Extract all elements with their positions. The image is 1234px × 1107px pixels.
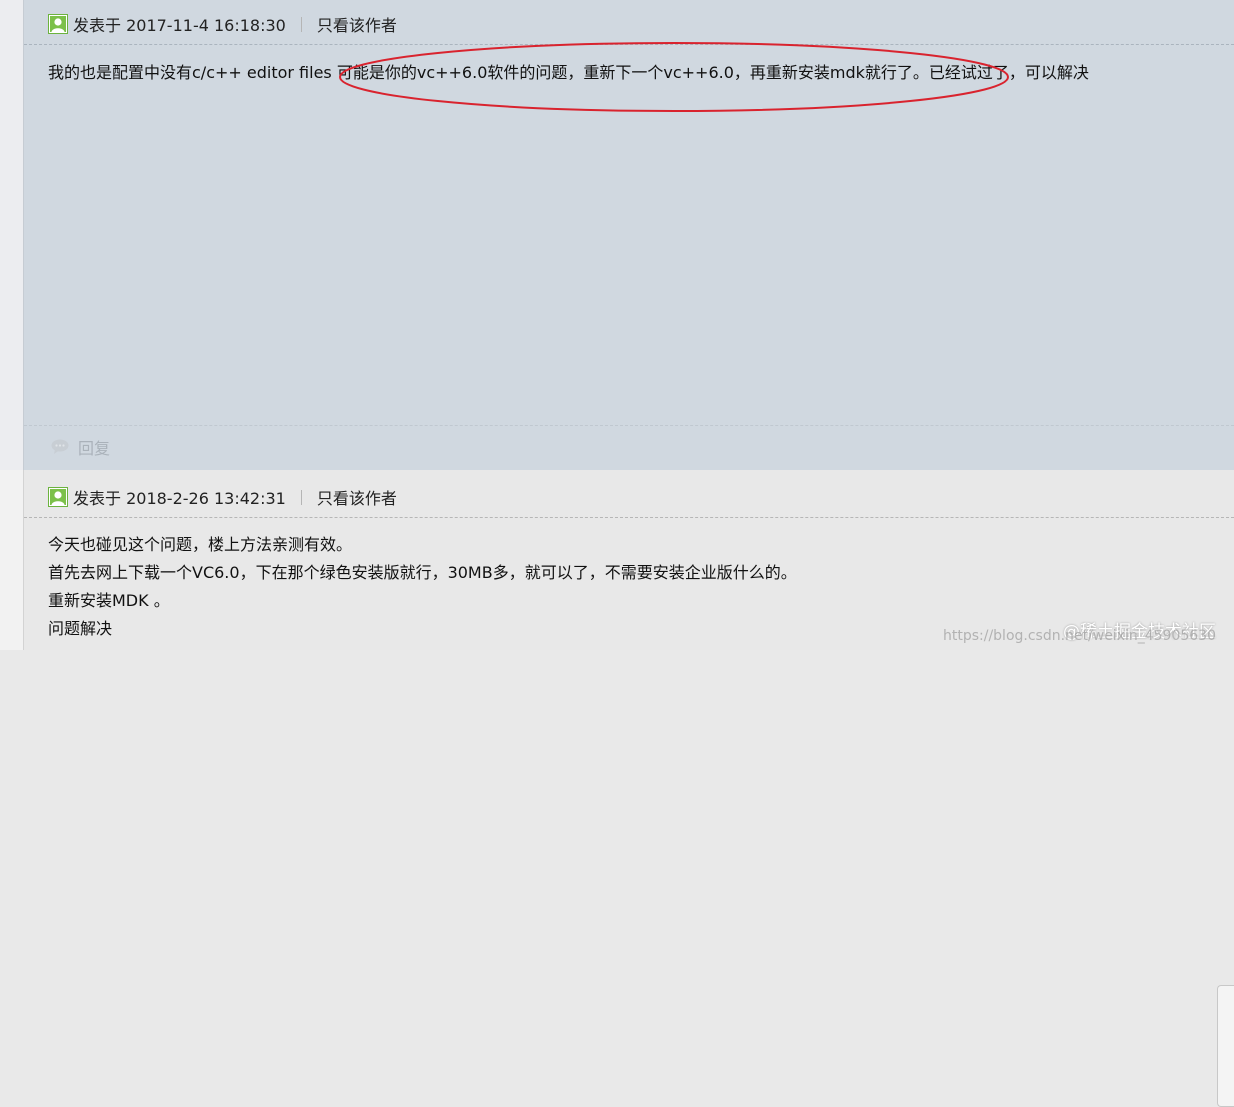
- post-content: 我的也是配置中没有c/c++ editor files 可能是你的vc++6.0…: [48, 59, 1226, 87]
- post-1: 发表于 2017-11-4 16:18:30 只看该作者 我的也是配置中没有c/…: [24, 0, 1234, 470]
- post-header-separator: [24, 44, 1234, 45]
- post-line: 我的也是配置中没有c/c++ editor files 可能是你的vc++6.0…: [48, 63, 1089, 82]
- post-line: 今天也碰见这个问题，楼上方法亲测有效。: [48, 535, 353, 554]
- only-this-author-link[interactable]: 只看该作者: [317, 485, 397, 509]
- left-rail-lower: [0, 470, 24, 650]
- post-header-separator: [24, 517, 1234, 518]
- post-timestamp: 发表于 2017-11-4 16:18:30: [73, 16, 286, 35]
- post-2: 发表于 2018-2-26 13:42:31 只看该作者 今天也碰见这个问题，楼…: [24, 470, 1234, 1107]
- reply-button[interactable]: 回复: [50, 436, 110, 458]
- post-line: 问题解决: [48, 619, 113, 638]
- post-footer-separator: [24, 425, 1234, 426]
- post-line: 重新安装MDK 。: [48, 591, 170, 610]
- only-this-author-link[interactable]: 只看该作者: [317, 12, 397, 36]
- reply-icon: [51, 439, 69, 454]
- side-scroll-handle[interactable]: [1217, 985, 1234, 1107]
- left-rail: [0, 0, 24, 470]
- user-icon: [48, 14, 68, 34]
- post-1-header: 发表于 2017-11-4 16:18:30 只看该作者: [48, 12, 397, 36]
- post-2-header: 发表于 2018-2-26 13:42:31 只看该作者: [48, 485, 397, 509]
- reply-label: 回复: [78, 439, 111, 458]
- post-timestamp: 发表于 2018-2-26 13:42:31: [73, 489, 286, 508]
- post-content: 今天也碰见这个问题，楼上方法亲测有效。 首先去网上下载一个VC6.0，下在那个绿…: [48, 531, 1226, 643]
- header-divider: [300, 16, 302, 32]
- post-line: 首先去网上下载一个VC6.0，下在那个绿色安装版就行，30MB多，就可以了，不需…: [48, 563, 797, 582]
- user-icon: [48, 487, 68, 507]
- header-divider: [300, 489, 302, 505]
